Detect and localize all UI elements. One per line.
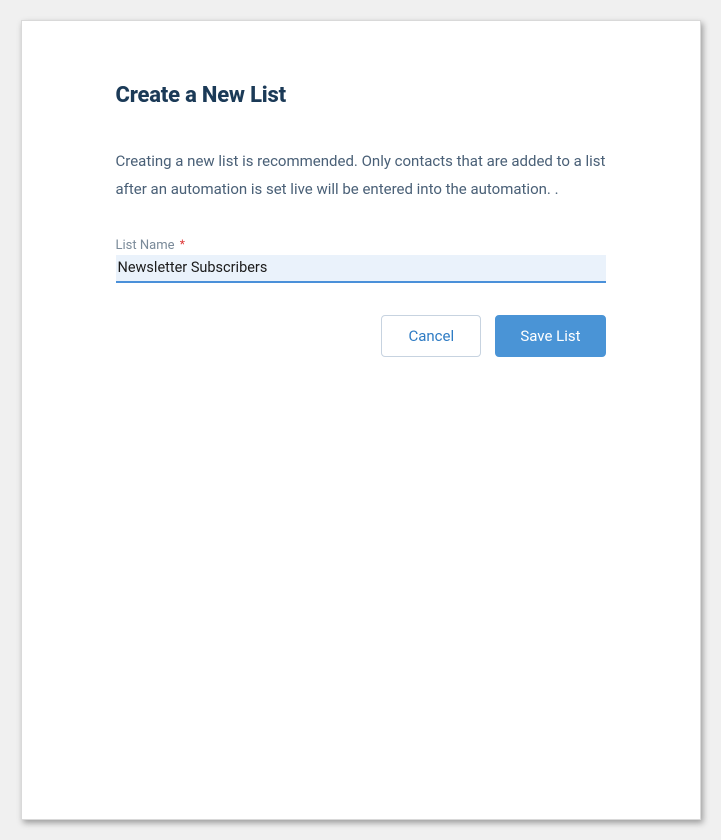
- list-name-label: List Name: [116, 238, 175, 253]
- list-name-field: List Name *: [116, 238, 606, 283]
- page-title: Create a New List: [116, 83, 606, 108]
- cancel-button[interactable]: Cancel: [381, 315, 481, 357]
- save-list-button[interactable]: Save List: [495, 315, 605, 357]
- button-row: Cancel Save List: [116, 315, 606, 357]
- list-name-input[interactable]: [116, 255, 606, 283]
- create-list-panel: Create a New List Creating a new list is…: [21, 20, 701, 820]
- required-asterisk-icon: *: [180, 237, 185, 251]
- list-name-label-row: List Name *: [116, 238, 606, 253]
- description-text: Creating a new list is recommended. Only…: [116, 148, 606, 204]
